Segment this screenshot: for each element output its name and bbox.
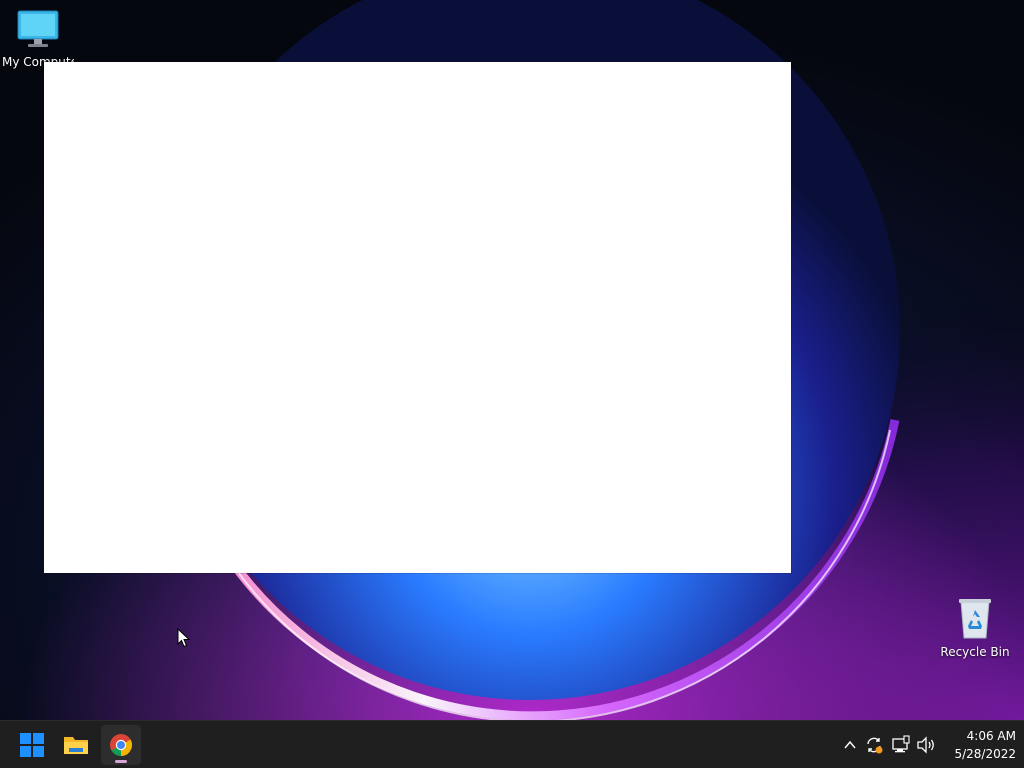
desktop-icon-label: Recycle Bin <box>940 645 1010 659</box>
chevron-up-icon <box>844 740 856 749</box>
windows-logo-icon <box>20 733 44 757</box>
chrome-icon <box>110 734 132 756</box>
recycle-bin-icon <box>959 599 991 639</box>
blank-window[interactable] <box>44 62 791 573</box>
clock-time: 4:06 AM <box>966 729 1016 743</box>
desktop-icon-my-computer[interactable]: My Computer <box>2 8 74 69</box>
chrome-button[interactable] <box>101 725 141 765</box>
running-indicator <box>115 760 127 763</box>
network-icon <box>892 735 910 753</box>
sync-icon <box>867 737 883 754</box>
start-button[interactable] <box>12 725 52 765</box>
network-button[interactable] <box>889 733 913 757</box>
show-hidden-icons-button[interactable] <box>838 733 862 757</box>
mouse-pointer-icon <box>177 628 191 648</box>
file-explorer-button[interactable] <box>56 725 96 765</box>
volume-icon <box>917 736 934 754</box>
clock-date: 5/28/2022 <box>954 747 1016 761</box>
desktop: My Computer Recycle Bin <box>0 0 1024 768</box>
sync-status-button[interactable] <box>862 733 886 757</box>
folder-icon <box>64 737 88 754</box>
desktop-icon-recycle-bin[interactable]: Recycle Bin <box>939 596 1011 659</box>
taskbar: 4:06 AM 5/28/2022 <box>0 720 1024 768</box>
volume-button[interactable] <box>914 733 938 757</box>
monitor-icon <box>17 10 59 47</box>
clock[interactable]: 4:06 AM 5/28/2022 <box>940 727 1016 763</box>
